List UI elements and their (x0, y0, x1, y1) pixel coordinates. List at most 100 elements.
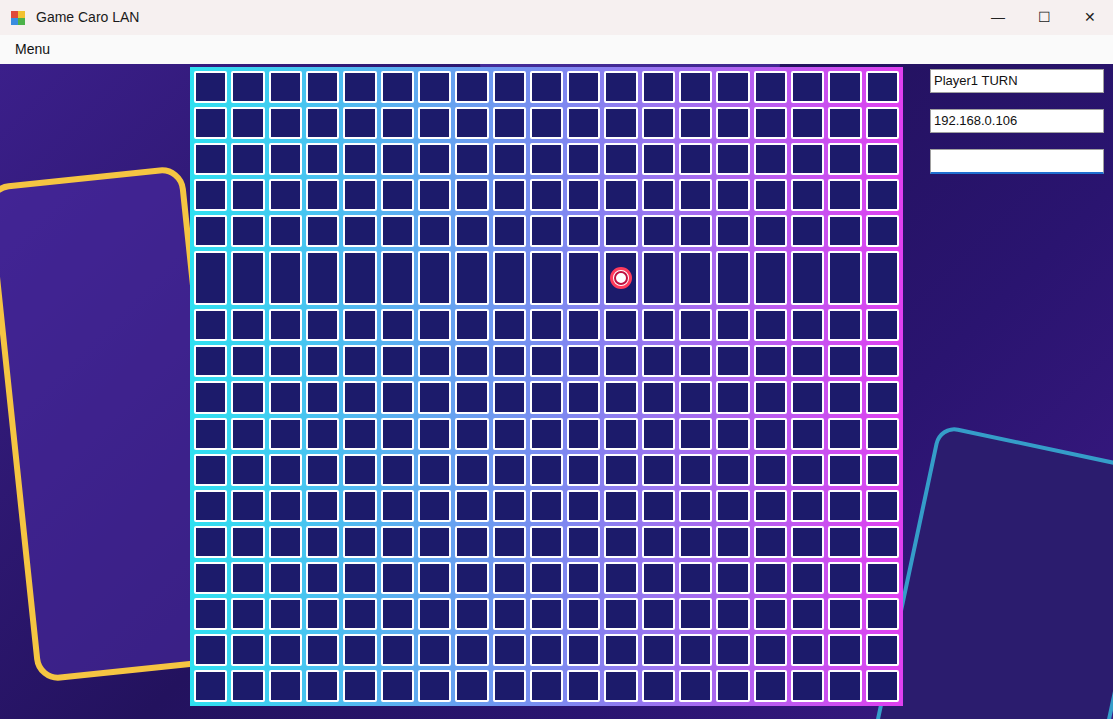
board-cell[interactable] (341, 596, 378, 632)
board-cell[interactable] (565, 213, 602, 249)
board-cell[interactable] (677, 452, 714, 488)
board-cell[interactable] (379, 560, 416, 596)
board-cell[interactable] (528, 560, 565, 596)
board-cell[interactable] (379, 105, 416, 141)
board-cell[interactable] (379, 379, 416, 415)
board-cell[interactable] (379, 632, 416, 668)
board-cell[interactable] (714, 632, 751, 668)
board-cell[interactable] (714, 560, 751, 596)
board-cell[interactable] (864, 560, 901, 596)
board-cell[interactable] (677, 105, 714, 141)
text-field[interactable] (930, 149, 1104, 174)
board-cell[interactable] (528, 213, 565, 249)
board-cell[interactable] (640, 524, 677, 560)
board-cell[interactable] (789, 488, 826, 524)
board-cell[interactable] (752, 632, 789, 668)
board-cell[interactable] (416, 596, 453, 632)
board-cell[interactable] (192, 213, 229, 249)
board-cell[interactable] (192, 105, 229, 141)
board-cell[interactable] (267, 632, 304, 668)
board-cell[interactable] (826, 343, 863, 379)
board-cell[interactable] (714, 524, 751, 560)
board-cell[interactable] (677, 596, 714, 632)
board-cell[interactable] (565, 560, 602, 596)
board-cell[interactable] (752, 105, 789, 141)
board-cell[interactable] (602, 452, 639, 488)
board-cell[interactable] (491, 69, 528, 105)
board-cell[interactable] (640, 213, 677, 249)
board-cell[interactable] (379, 668, 416, 704)
board-cell[interactable] (192, 632, 229, 668)
board-cell[interactable] (677, 488, 714, 524)
board-cell[interactable] (826, 452, 863, 488)
board-cell[interactable] (491, 177, 528, 213)
board-cell[interactable] (640, 141, 677, 177)
board-cell[interactable] (640, 560, 677, 596)
board-cell[interactable] (453, 213, 490, 249)
board-cell[interactable] (416, 177, 453, 213)
board-cell[interactable] (826, 416, 863, 452)
board-cell[interactable] (640, 452, 677, 488)
board-cell[interactable] (229, 524, 266, 560)
board-cell[interactable] (379, 141, 416, 177)
board-cell[interactable] (192, 379, 229, 415)
board-cell[interactable] (229, 379, 266, 415)
board-cell[interactable] (826, 69, 863, 105)
board-cell[interactable] (752, 379, 789, 415)
board-cell[interactable] (416, 343, 453, 379)
board-cell[interactable] (192, 668, 229, 704)
board-cell[interactable] (714, 488, 751, 524)
board-cell[interactable] (677, 524, 714, 560)
board-cell[interactable] (453, 379, 490, 415)
board-cell[interactable] (453, 307, 490, 343)
board-cell[interactable] (640, 416, 677, 452)
board-cell[interactable] (341, 249, 378, 307)
board-cell[interactable] (192, 560, 229, 596)
board-cell[interactable] (826, 488, 863, 524)
board-cell[interactable] (379, 416, 416, 452)
board-cell[interactable] (416, 452, 453, 488)
board-cell[interactable] (341, 141, 378, 177)
board-cell[interactable] (229, 596, 266, 632)
board-cell[interactable] (229, 177, 266, 213)
board-cell[interactable] (714, 668, 751, 704)
board-cell[interactable] (789, 249, 826, 307)
board-cell[interactable] (192, 596, 229, 632)
board-cell[interactable] (192, 343, 229, 379)
board-cell[interactable] (229, 343, 266, 379)
board-cell[interactable] (416, 105, 453, 141)
board-cell[interactable] (714, 249, 751, 307)
board-cell[interactable] (714, 307, 751, 343)
board-cell[interactable] (267, 379, 304, 415)
board-cell[interactable] (864, 177, 901, 213)
board-cell[interactable] (379, 452, 416, 488)
board-cell[interactable] (229, 560, 266, 596)
board-cell[interactable] (677, 560, 714, 596)
board-cell[interactable] (752, 69, 789, 105)
board-cell[interactable] (677, 69, 714, 105)
board-cell[interactable] (565, 249, 602, 307)
board-cell[interactable] (602, 141, 639, 177)
board-cell[interactable] (192, 416, 229, 452)
board-cell[interactable] (789, 596, 826, 632)
board-cell[interactable] (491, 452, 528, 488)
board-cell[interactable] (304, 668, 341, 704)
board-cell[interactable] (640, 379, 677, 415)
board-cell[interactable] (677, 141, 714, 177)
board-cell[interactable] (379, 213, 416, 249)
board-cell[interactable] (453, 668, 490, 704)
board-cell[interactable] (491, 416, 528, 452)
board-cell[interactable] (453, 141, 490, 177)
board-cell[interactable] (379, 69, 416, 105)
board-cell[interactable] (341, 524, 378, 560)
board-cell[interactable] (491, 596, 528, 632)
board-cell[interactable] (192, 141, 229, 177)
board-cell[interactable] (229, 452, 266, 488)
board-cell[interactable] (565, 69, 602, 105)
board-cell[interactable] (453, 343, 490, 379)
board-cell[interactable] (491, 668, 528, 704)
window-control-button[interactable]: ☐ (1021, 0, 1067, 35)
board-cell[interactable] (304, 69, 341, 105)
board-cell[interactable] (602, 105, 639, 141)
board-cell[interactable] (192, 69, 229, 105)
